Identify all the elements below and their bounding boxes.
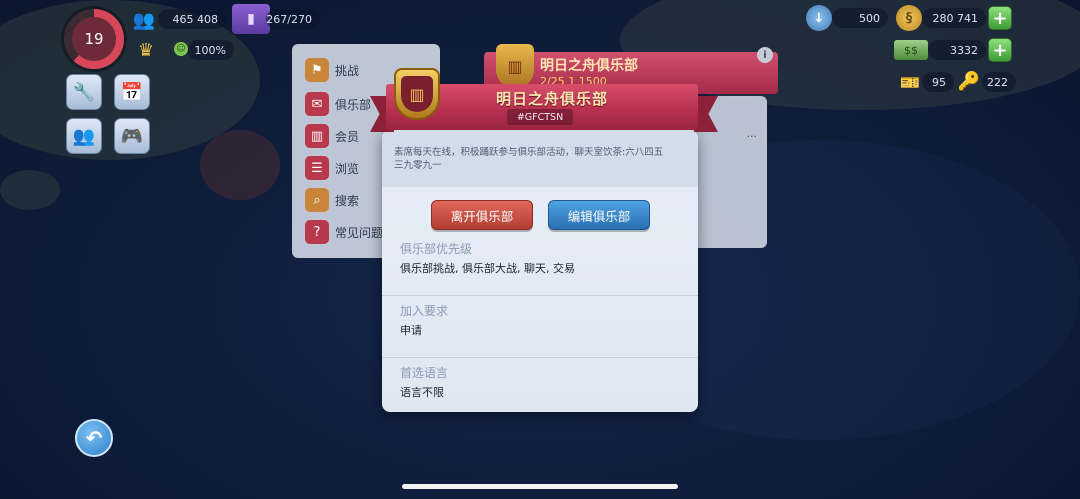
ticket-icon: 🎫 [900, 72, 920, 92]
back-button[interactable]: ↶ [75, 419, 113, 457]
side-item-label: 俱乐部 [335, 97, 372, 112]
key-icon: 🔑 [957, 70, 981, 92]
level-number: 19 [72, 17, 116, 61]
smiley-icon: ☺ [174, 42, 188, 56]
search-icon: ⌕ [305, 188, 329, 212]
cash-value: 3332 [928, 40, 986, 60]
club-description: 素席每天在线，积极踊跃参与俱乐部活动，聊天室饮茶:六八四五 三九零九一 [382, 130, 698, 187]
leave-club-button[interactable]: 离开俱乐部 [431, 200, 533, 230]
section-value: 语言不限 [400, 386, 444, 399]
population-value: 465 408 [158, 9, 226, 29]
side-item-label: 会员 [335, 129, 360, 144]
home-indicator[interactable] [402, 484, 678, 489]
section-title: 加入要求 [400, 304, 449, 318]
calendar-icon: 📅 [120, 81, 144, 103]
section-title: 首选语言 [400, 366, 449, 380]
description-line: 三九零九一 [394, 160, 442, 171]
people-icon: 👥 [132, 9, 156, 31]
section-value: 申请 [400, 324, 422, 337]
happiness-value: 100% [188, 40, 234, 60]
divider [382, 357, 698, 358]
edit-club-button[interactable]: 编辑俱乐部 [548, 200, 650, 230]
members-icon: ▥ [305, 124, 329, 148]
more-options[interactable]: ··· [747, 130, 758, 143]
crown-icon: ♛ [137, 39, 155, 61]
priority-section: 俱乐部优先级 俱乐部挑战, 俱乐部大战, 聊天, 交易 [400, 240, 575, 276]
club-badge-icon: ▥ [401, 76, 433, 112]
level-indicator[interactable]: 19 [64, 9, 124, 69]
challenge-icon: ⚑ [305, 58, 329, 82]
info-icon[interactable]: i [757, 47, 773, 63]
simoleon-value: 280 741 [922, 8, 986, 28]
section-title: 俱乐部优先级 [400, 242, 473, 256]
cash-icon: $$ [894, 40, 928, 60]
back-arrow-icon: ↶ [85, 426, 103, 450]
club-tag: #GFCTSN [507, 109, 573, 125]
club-chat-icon: ✉ [305, 92, 329, 116]
add-cash-button[interactable]: + [988, 38, 1012, 62]
browse-icon: ☰ [305, 156, 329, 180]
ticket-value: 95 [922, 72, 954, 92]
divider [382, 295, 698, 296]
wrench-icon: 🔧 [72, 81, 96, 103]
blue-coin-value: 500 [832, 8, 888, 28]
gamepad-icon: 🎮 [120, 125, 144, 147]
friends-icon: 👥 [72, 125, 96, 147]
calendar-button[interactable]: 📅 [114, 74, 150, 110]
side-item-label: 浏览 [335, 161, 360, 176]
storage-value: 267/270 [266, 9, 320, 29]
add-simoleons-button[interactable]: + [988, 6, 1012, 30]
section-value: 俱乐部挑战, 俱乐部大战, 聊天, 交易 [400, 262, 575, 275]
tools-button[interactable]: 🔧 [66, 74, 102, 110]
club-badge-icon: ▥ [496, 44, 534, 88]
language-section: 首选语言 语言不限 [400, 364, 448, 400]
description-line: 素席每天在线，积极踊跃参与俱乐部活动，聊天室饮茶:六八四五 [394, 147, 664, 158]
club-shield-badge: ▥ [394, 68, 440, 120]
side-item-label: 搜索 [335, 193, 360, 208]
simoleon-icon: § [896, 5, 922, 31]
friends-button[interactable]: 👥 [66, 118, 102, 154]
key-value: 222 [982, 72, 1016, 92]
games-button[interactable]: 🎮 [114, 118, 150, 154]
background-club-title: 明日之舟俱乐部 [540, 58, 638, 74]
club-info-dialog: 素席每天在线，积极踊跃参与俱乐部活动，聊天室饮茶:六八四五 三九零九一 离开俱乐… [382, 130, 698, 412]
join-requirement-section: 加入要求 申请 [400, 302, 448, 338]
side-item-label: 常见问题 [335, 225, 384, 240]
blue-coin-icon: ↓ [806, 5, 832, 31]
faq-icon: ? [305, 220, 329, 244]
side-item-label: 挑战 [335, 63, 360, 78]
storage-icon: ▮ [232, 4, 270, 34]
